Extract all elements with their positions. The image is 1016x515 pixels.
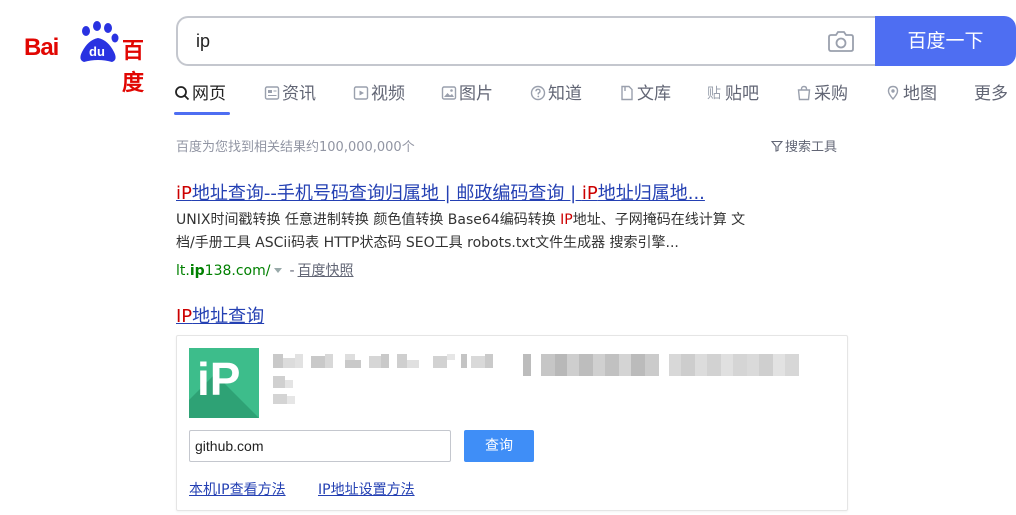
tab-zhidao[interactable]: 知道 xyxy=(530,80,582,108)
result-url: lt.ip138.com/ - 百度快照 xyxy=(176,260,354,280)
url-part: lt. xyxy=(176,263,190,279)
camera-icon[interactable] xyxy=(828,30,854,52)
tieba-icon: 贴 xyxy=(707,86,721,101)
search-tools-button[interactable]: 搜索工具 xyxy=(771,136,837,155)
result-abstract: UNIX时间戳转换 任意进制转换 颜色值转换 Base64编码转换 IP地址、子… xyxy=(176,209,836,255)
title-text: 地址查询 xyxy=(192,306,265,327)
tab-label: 文库 xyxy=(637,84,671,104)
abstract-line: 档/手册工具 ASCii码表 HTTP状态码 SEO工具 robots.txt文… xyxy=(176,235,679,251)
tab-label: 更多 xyxy=(974,84,1008,104)
abstract-text: 地址、子网掩码在线计算 文 xyxy=(572,212,746,228)
filter-icon xyxy=(771,140,783,152)
tab-label: 网页 xyxy=(192,84,226,104)
title-highlight: IP xyxy=(176,306,193,327)
result-count: 百度为您找到相关结果约100,000,000个 xyxy=(176,140,415,155)
ip-query-input[interactable]: github.com xyxy=(189,430,451,462)
baidu-logo[interactable]: Bai du 百度 xyxy=(24,20,154,96)
result-title-link[interactable]: iP地址查询--手机号码查询归属地 | 邮政编码查询 | iP地址归属地... xyxy=(176,179,705,205)
blurred-ip-info xyxy=(273,354,799,404)
result2-title-link[interactable]: IP地址查询 xyxy=(176,302,264,328)
title-highlight: iP xyxy=(581,183,598,204)
title-text: 地址归属地... xyxy=(597,183,705,204)
ip-logo[interactable]: iP xyxy=(189,348,259,418)
separator: - xyxy=(289,263,295,279)
tab-wenku[interactable]: 文库 xyxy=(619,80,671,108)
question-icon xyxy=(530,85,546,101)
tab-news[interactable]: 资讯 xyxy=(264,80,316,108)
abstract-highlight: IP xyxy=(560,212,573,228)
title-text: 地址查询--手机号码查询归属地 | 邮政编码查询 | xyxy=(191,183,582,204)
abstract-text: UNIX时间戳转换 任意进制转换 颜色值转换 Base64编码转换 xyxy=(176,212,561,228)
tab-tieba[interactable]: 贴贴吧 xyxy=(707,80,759,108)
tab-web[interactable]: 网页 xyxy=(174,80,226,108)
search-input[interactable] xyxy=(196,18,796,64)
logo-text-du: du xyxy=(89,44,105,59)
tab-label: 贴吧 xyxy=(725,84,759,104)
tab-images[interactable]: 图片 xyxy=(441,80,493,108)
url-part: 138.com/ xyxy=(204,263,271,279)
title-highlight: iP xyxy=(176,183,192,204)
tab-label: 视频 xyxy=(371,84,405,104)
tab-label: 图片 xyxy=(459,84,493,104)
search-tools-label: 搜索工具 xyxy=(785,140,838,155)
news-icon xyxy=(264,86,280,100)
logo-text-cn: 百度 xyxy=(122,39,144,96)
url-link[interactable]: lt.ip138.com/ xyxy=(176,263,270,279)
search-button[interactable]: 百度一下 xyxy=(875,16,1016,66)
active-tab-indicator xyxy=(174,112,230,115)
logo-text-bai: Bai xyxy=(24,34,59,61)
snapshot-link[interactable]: 百度快照 xyxy=(298,263,354,279)
tab-more[interactable]: 更多 xyxy=(974,80,1008,108)
map-icon xyxy=(887,85,899,101)
search-icon xyxy=(175,86,190,101)
tab-label: 知道 xyxy=(548,84,582,104)
tab-label: 采购 xyxy=(814,84,848,104)
ip-logo-text: iP xyxy=(197,353,241,405)
search-box xyxy=(176,16,876,66)
ip-settings-method-link[interactable]: IP地址设置方法 xyxy=(318,479,415,499)
abstract-line: UNIX时间戳转换 任意进制转换 颜色值转换 Base64编码转换 IP地址、子… xyxy=(176,209,836,232)
tab-video[interactable]: 视频 xyxy=(353,80,405,108)
shopping-icon xyxy=(797,85,811,101)
tab-map[interactable]: 地图 xyxy=(885,80,937,108)
tab-label: 地图 xyxy=(903,84,937,104)
url-dropdown-icon[interactable] xyxy=(274,268,283,273)
tab-label: 资讯 xyxy=(282,84,316,104)
ip-query-button[interactable]: 查询 xyxy=(464,430,534,462)
local-ip-method-link[interactable]: 本机IP查看方法 xyxy=(189,479,286,499)
video-icon xyxy=(353,86,369,100)
ip-tool-card: iP github.com 查询 本机IP查看方法 IP地址设置方法 xyxy=(176,335,848,511)
document-icon xyxy=(621,85,633,101)
tab-purchase[interactable]: 采购 xyxy=(796,80,848,108)
image-icon xyxy=(441,86,457,100)
url-highlight: ip xyxy=(189,263,205,279)
svg-text:贴: 贴 xyxy=(707,86,721,101)
